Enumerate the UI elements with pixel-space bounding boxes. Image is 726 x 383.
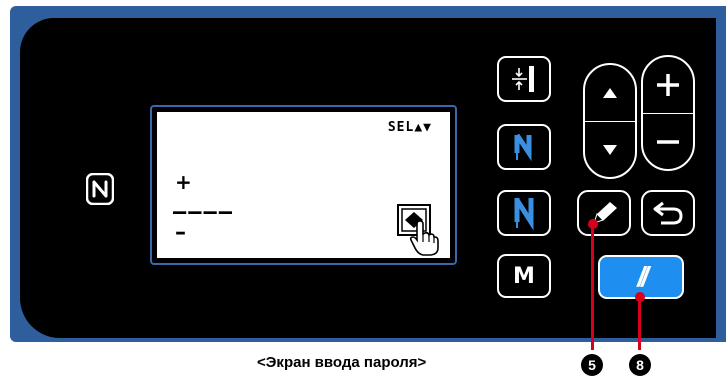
minus-symbol: – xyxy=(175,220,186,245)
callout-line-8 xyxy=(638,297,641,350)
down-button[interactable] xyxy=(585,121,635,177)
reverse-feed-icon xyxy=(514,133,532,162)
n-stitch-icon xyxy=(514,198,534,230)
n-stitch-button[interactable] xyxy=(497,190,551,236)
return-button[interactable] xyxy=(641,190,695,236)
return-icon xyxy=(653,201,683,225)
triangle-down-icon xyxy=(603,145,617,155)
mode-button-label: M xyxy=(513,263,535,289)
nfc-icon xyxy=(86,173,114,205)
sel-indicator: SEL▲▼ xyxy=(387,120,432,135)
mode-button[interactable]: M xyxy=(497,254,551,298)
minus-button[interactable] xyxy=(643,113,693,169)
reset-button-label: // xyxy=(637,261,648,292)
plus-icon xyxy=(657,74,679,96)
reverse-feed-button[interactable] xyxy=(497,124,551,170)
lcd-screen: SEL▲▼ + –––– – xyxy=(157,112,450,258)
up-down-keys xyxy=(583,63,637,179)
edit-button[interactable] xyxy=(577,190,631,236)
plus-symbol: + xyxy=(175,170,192,194)
needle-edge-icon xyxy=(512,66,534,92)
callout-badge-5: 5 xyxy=(581,354,603,376)
plus-minus-keys xyxy=(641,55,695,171)
callout-badge-8: 8 xyxy=(629,354,651,376)
triangle-up-icon xyxy=(603,88,617,98)
up-button[interactable] xyxy=(585,65,635,122)
plus-button[interactable] xyxy=(643,57,693,114)
minus-icon xyxy=(657,140,679,144)
pointing-hand-icon xyxy=(409,220,439,256)
needle-edge-button[interactable] xyxy=(497,56,551,102)
screen-caption: <Экран ввода пароля> xyxy=(257,354,427,371)
callout-line-5 xyxy=(591,224,594,350)
